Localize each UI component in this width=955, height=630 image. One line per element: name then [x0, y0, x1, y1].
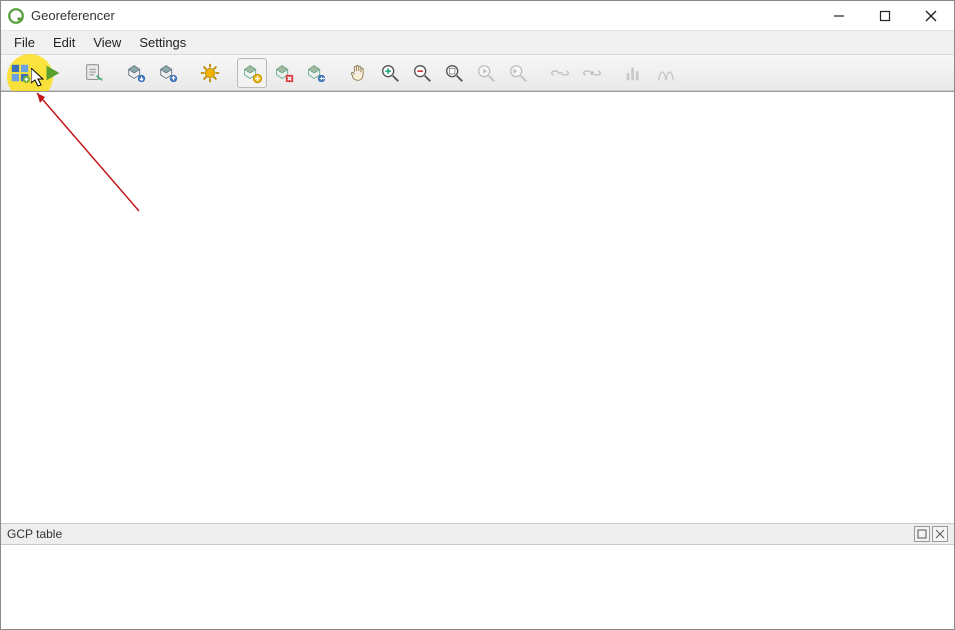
- zoom-last-button: [471, 58, 501, 88]
- title-bar: Georeferencer: [1, 1, 954, 31]
- zoom-out-button[interactable]: [407, 58, 437, 88]
- generate-script-button[interactable]: [79, 58, 109, 88]
- move-point-button[interactable]: [301, 58, 331, 88]
- transformation-settings-button[interactable]: [195, 58, 225, 88]
- zoom-next-button: [503, 58, 533, 88]
- gcp-panel-header: GCP table: [1, 523, 954, 545]
- gcp-table-body[interactable]: [1, 545, 954, 629]
- zoom-layer-button[interactable]: [439, 58, 469, 88]
- histogram-button: [619, 58, 649, 88]
- minimize-button[interactable]: [816, 1, 862, 30]
- pan-button[interactable]: [343, 58, 373, 88]
- window-controls: [816, 1, 954, 30]
- delete-point-button[interactable]: [269, 58, 299, 88]
- link-georef-button: [545, 58, 575, 88]
- zoom-in-button[interactable]: [375, 58, 405, 88]
- menu-settings[interactable]: Settings: [130, 32, 195, 53]
- qgis-app-icon: [7, 7, 25, 25]
- save-gcp-button[interactable]: [153, 58, 183, 88]
- gcp-panel-close-button[interactable]: [932, 526, 948, 542]
- menu-view[interactable]: View: [84, 32, 130, 53]
- load-gcp-button[interactable]: [121, 58, 151, 88]
- link-qgis-button: [577, 58, 607, 88]
- toolbar: [1, 55, 954, 91]
- cursor-annotation: [31, 68, 47, 88]
- add-point-button[interactable]: [237, 58, 267, 88]
- gcp-panel-float-button[interactable]: [914, 526, 930, 542]
- window-title: Georeferencer: [31, 8, 816, 23]
- menu-file[interactable]: File: [5, 32, 44, 53]
- stretch-button: [651, 58, 681, 88]
- map-canvas[interactable]: [1, 91, 954, 523]
- menu-edit[interactable]: Edit: [44, 32, 84, 53]
- close-button[interactable]: [908, 1, 954, 30]
- georeferencer-window: Georeferencer File Edit View Settings: [0, 0, 955, 630]
- menu-bar: File Edit View Settings: [1, 31, 954, 55]
- maximize-button[interactable]: [862, 1, 908, 30]
- gcp-panel-title: GCP table: [7, 527, 62, 541]
